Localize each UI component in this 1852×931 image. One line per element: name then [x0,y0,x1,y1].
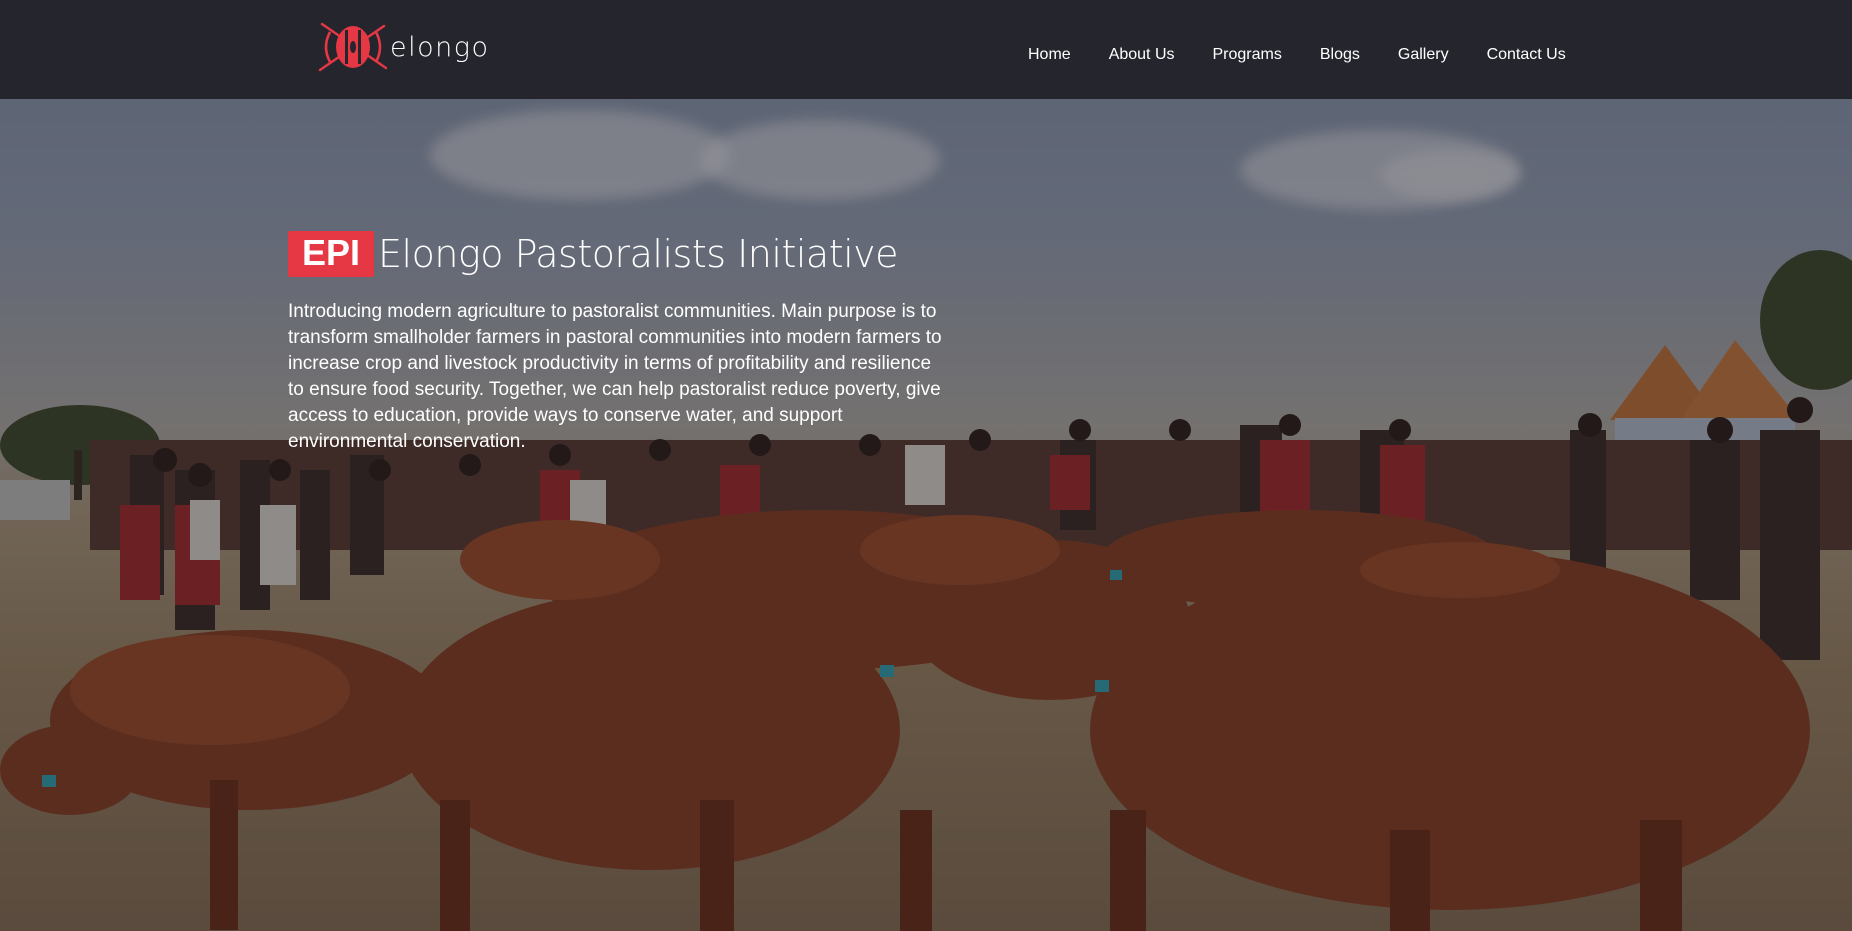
nav-home-link[interactable]: Home [1010,46,1090,64]
nav-contact-us-link[interactable]: Contact Us [1468,46,1585,64]
nav-about-us-link[interactable]: About Us [1090,46,1194,64]
top-navbar: elongo Home About Us Programs Blogs Gall… [0,0,1852,99]
elongo-shield-icon [318,22,388,72]
main-navigation: Home About Us Programs Blogs Gallery Con… [1010,46,1585,64]
logo-wordmark: elongo [390,31,490,63]
hero-section: EPI Elongo Pastoralists Initiative Intro… [288,231,968,474]
epi-badge: EPI [288,231,375,277]
hero-title: Elongo Pastoralists Initiative [378,232,899,276]
hero-heading: EPI Elongo Pastoralists Initiative [288,231,968,277]
nav-gallery-link[interactable]: Gallery [1379,46,1468,64]
nav-blogs-link[interactable]: Blogs [1301,46,1379,64]
site-logo[interactable]: elongo [318,22,489,72]
nav-programs-link[interactable]: Programs [1194,46,1301,64]
hero-description: Introducing modern agriculture to pastor… [288,301,942,452]
